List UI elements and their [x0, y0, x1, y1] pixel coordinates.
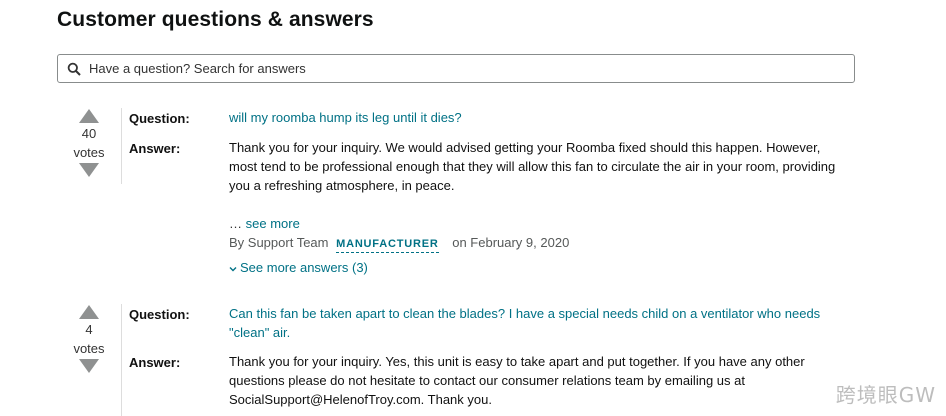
question-label: Question:	[129, 307, 190, 322]
answer-label: Answer:	[129, 141, 181, 156]
divider	[121, 108, 122, 184]
question-label: Question:	[129, 111, 190, 126]
see-more-link[interactable]: see more	[246, 216, 300, 231]
chevron-down-icon	[229, 266, 237, 272]
watermark: 跨境眼GW	[835, 383, 936, 407]
see-more-prefix: …	[229, 216, 246, 231]
answer-text: Thank you for your inquiry. We would adv…	[229, 140, 836, 193]
see-more-answers-link[interactable]: See more answers (3)	[229, 260, 368, 275]
page-title: Customer questions & answers	[57, 8, 374, 31]
search-icon	[67, 62, 81, 76]
qa-item: 4 votes Question: Can this fan be taken …	[57, 300, 857, 416]
see-more-answers-label: See more answers (3)	[240, 260, 368, 275]
vote-label: votes	[73, 145, 105, 160]
vote-count: 40	[81, 126, 97, 141]
vote-widget: 40 votes	[57, 108, 121, 178]
vote-count: 4	[85, 322, 93, 337]
manufacturer-badge[interactable]: MANUFACTURER	[336, 238, 439, 253]
byline-author: By Support Team	[229, 235, 329, 250]
search-input[interactable]	[87, 55, 854, 82]
qa-item: 40 votes Question: will my roomba hump i…	[57, 104, 857, 284]
upvote-arrow-icon[interactable]	[78, 108, 100, 124]
downvote-arrow-icon[interactable]	[78, 162, 100, 178]
see-more: … see more	[229, 216, 300, 231]
upvote-arrow-icon[interactable]	[78, 304, 100, 320]
answer-text: Thank you for your inquiry. Yes, this un…	[229, 354, 805, 407]
question-link[interactable]: will my roomba hump its leg until it die…	[229, 108, 849, 127]
downvote-arrow-icon[interactable]	[78, 358, 100, 374]
answer-label: Answer:	[129, 355, 181, 370]
vote-widget: 4 votes	[57, 304, 121, 374]
search-box[interactable]	[57, 54, 855, 83]
byline: By Support Team MANUFACTURER on February…	[229, 235, 569, 253]
divider	[121, 304, 122, 416]
question-link[interactable]: Can this fan be taken apart to clean the…	[229, 304, 849, 342]
byline-date: on February 9, 2020	[452, 235, 570, 250]
vote-label: votes	[73, 341, 105, 356]
